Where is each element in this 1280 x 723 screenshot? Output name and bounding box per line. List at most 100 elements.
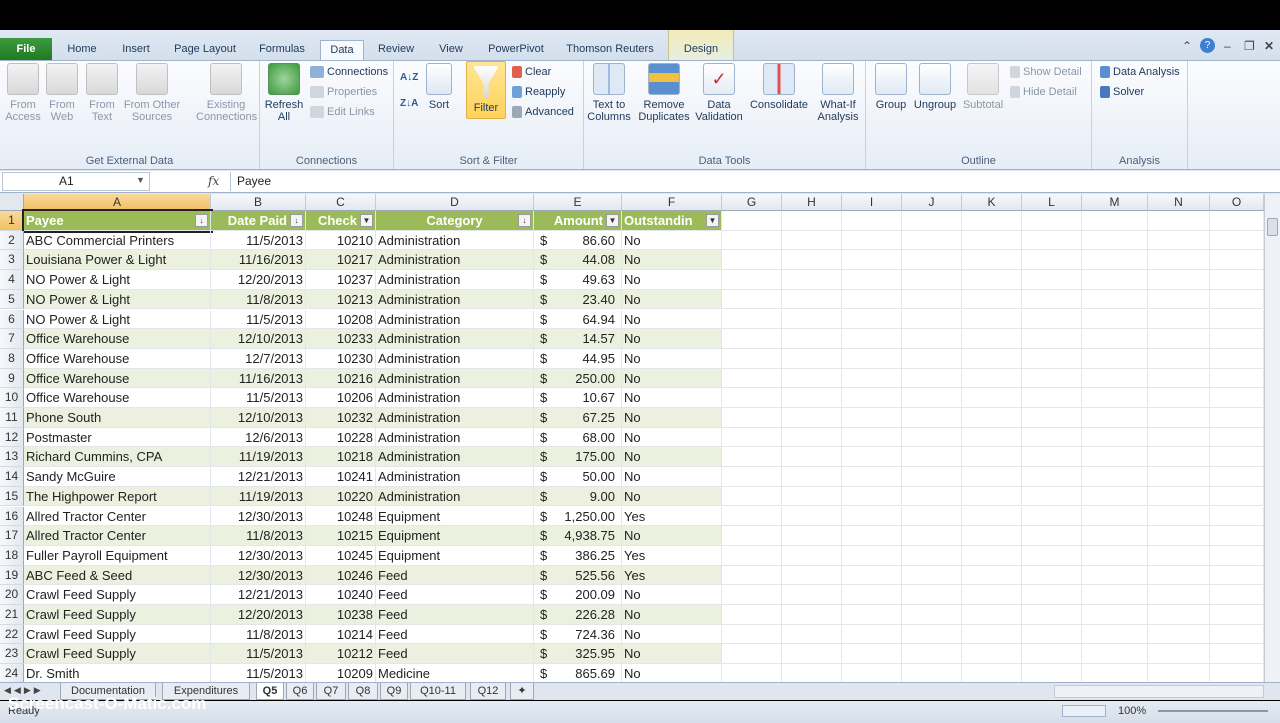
empty-cell[interactable] — [782, 624, 842, 645]
payee-cell[interactable]: Louisiana Power & Light — [24, 250, 211, 271]
empty-cell[interactable] — [842, 348, 902, 369]
category-cell[interactable]: Administration — [376, 427, 534, 448]
empty-cell[interactable] — [1210, 605, 1264, 625]
check-cell[interactable]: 10217 — [306, 250, 376, 271]
empty-cell[interactable] — [1082, 309, 1148, 330]
empty-cell[interactable] — [1210, 408, 1264, 428]
empty-cell[interactable] — [1082, 664, 1148, 682]
empty-cell[interactable] — [722, 447, 782, 468]
header-cell-payee[interactable]: Payee ↓ — [22, 209, 213, 233]
empty-cell[interactable] — [902, 250, 962, 271]
empty-cell[interactable] — [902, 565, 962, 586]
row-header[interactable]: 22 — [0, 624, 24, 645]
payee-cell[interactable]: Office Warehouse — [24, 329, 211, 349]
empty-cell[interactable] — [902, 348, 962, 369]
outstanding-cell[interactable]: No — [622, 585, 722, 605]
amount-cell[interactable]: $10.67 — [534, 388, 622, 408]
row-header[interactable]: 8 — [0, 348, 24, 369]
payee-cell[interactable]: Richard Cummins, CPA — [24, 447, 211, 468]
from-other-sources-button[interactable]: From Other Sources — [122, 63, 182, 123]
sheet-tab-q12[interactable]: Q12 — [470, 683, 506, 700]
empty-cell[interactable] — [1082, 565, 1148, 586]
empty-cell[interactable] — [722, 388, 782, 408]
help-icon[interactable]: ? — [1200, 38, 1215, 53]
empty-cell[interactable] — [1148, 664, 1210, 682]
category-cell[interactable]: Administration — [376, 408, 534, 428]
category-cell[interactable]: Equipment — [376, 545, 534, 566]
column-header-l[interactable]: L — [1022, 194, 1082, 211]
empty-cell[interactable] — [842, 309, 902, 330]
empty-cell[interactable] — [1148, 447, 1210, 468]
row-header[interactable]: 10 — [0, 388, 24, 408]
empty-cell[interactable] — [962, 211, 1022, 231]
row-header[interactable]: 19 — [0, 565, 24, 586]
empty-cell[interactable] — [902, 329, 962, 349]
header-cell-category[interactable]: Category ↓ — [376, 211, 534, 231]
empty-cell[interactable] — [782, 230, 842, 251]
check-cell[interactable]: 10237 — [306, 270, 376, 290]
empty-cell[interactable] — [782, 486, 842, 507]
amount-cell[interactable]: $9.00 — [534, 486, 622, 507]
row-header[interactable]: 17 — [0, 526, 24, 546]
empty-cell[interactable] — [902, 467, 962, 487]
column-header-c[interactable]: C — [306, 194, 376, 211]
category-cell[interactable]: Feed — [376, 644, 534, 665]
name-box-dropdown-icon[interactable]: ▼ — [136, 175, 145, 185]
name-box[interactable]: A1 — [2, 172, 150, 191]
horizontal-scrollbar[interactable] — [1054, 685, 1264, 698]
empty-cell[interactable] — [1022, 486, 1082, 507]
empty-cell[interactable] — [722, 605, 782, 625]
outstanding-cell[interactable]: Yes — [622, 565, 722, 586]
date-paid-cell[interactable]: 12/30/2013 — [211, 545, 306, 566]
sheet-tab-q10-11[interactable]: Q10-11 — [410, 683, 466, 700]
amount-cell[interactable]: $200.09 — [534, 585, 622, 605]
empty-cell[interactable] — [962, 329, 1022, 349]
properties-button[interactable]: Properties — [310, 83, 377, 101]
column-header-b[interactable]: B — [211, 194, 306, 211]
row-header[interactable]: 5 — [0, 289, 24, 310]
check-cell[interactable]: 10232 — [306, 408, 376, 428]
empty-cell[interactable] — [962, 388, 1022, 408]
row-header[interactable]: 20 — [0, 585, 24, 605]
empty-cell[interactable] — [962, 309, 1022, 330]
empty-cell[interactable] — [722, 545, 782, 566]
empty-cell[interactable] — [1148, 605, 1210, 625]
empty-cell[interactable] — [1210, 250, 1264, 271]
column-header-n[interactable]: N — [1148, 194, 1210, 211]
outstanding-cell[interactable]: No — [622, 368, 722, 389]
empty-cell[interactable] — [842, 526, 902, 546]
empty-cell[interactable] — [1148, 565, 1210, 586]
empty-cell[interactable] — [1022, 644, 1082, 665]
date-paid-cell[interactable]: 12/6/2013 — [211, 427, 306, 448]
category-cell[interactable]: Administration — [376, 467, 534, 487]
outstanding-cell[interactable]: No — [622, 526, 722, 546]
check-cell[interactable]: 10245 — [306, 545, 376, 566]
date-paid-cell[interactable]: 11/5/2013 — [211, 644, 306, 665]
sort-button[interactable]: Sort — [424, 63, 454, 111]
empty-cell[interactable] — [722, 467, 782, 487]
empty-cell[interactable] — [962, 644, 1022, 665]
column-header-h[interactable]: H — [782, 194, 842, 211]
date-paid-cell[interactable]: 11/8/2013 — [211, 526, 306, 546]
empty-cell[interactable] — [842, 565, 902, 586]
filter-dropdown-icon[interactable]: ▼ — [706, 214, 719, 227]
row-header[interactable]: 21 — [0, 605, 24, 625]
empty-cell[interactable] — [902, 289, 962, 310]
amount-cell[interactable]: $226.28 — [534, 605, 622, 625]
empty-cell[interactable] — [1148, 270, 1210, 290]
check-cell[interactable]: 10220 — [306, 486, 376, 507]
payee-cell[interactable]: ABC Feed & Seed — [24, 565, 211, 586]
restore-window-icon[interactable]: ❐ — [1244, 39, 1255, 53]
header-cell-date-paid[interactable]: Date Paid ↓ — [211, 211, 306, 231]
empty-cell[interactable] — [1082, 585, 1148, 605]
text-to-columns-button[interactable]: Text to Columns — [586, 63, 632, 123]
filter-dropdown-icon[interactable]: ▼ — [360, 214, 373, 227]
check-cell[interactable]: 10208 — [306, 309, 376, 330]
date-paid-cell[interactable]: 12/7/2013 — [211, 348, 306, 369]
filter-dropdown-icon[interactable]: ▼ — [606, 214, 619, 227]
empty-cell[interactable] — [1148, 408, 1210, 428]
row-header[interactable]: 2 — [0, 230, 24, 251]
empty-cell[interactable] — [1210, 289, 1264, 310]
amount-cell[interactable]: $68.00 — [534, 427, 622, 448]
empty-cell[interactable] — [782, 388, 842, 408]
